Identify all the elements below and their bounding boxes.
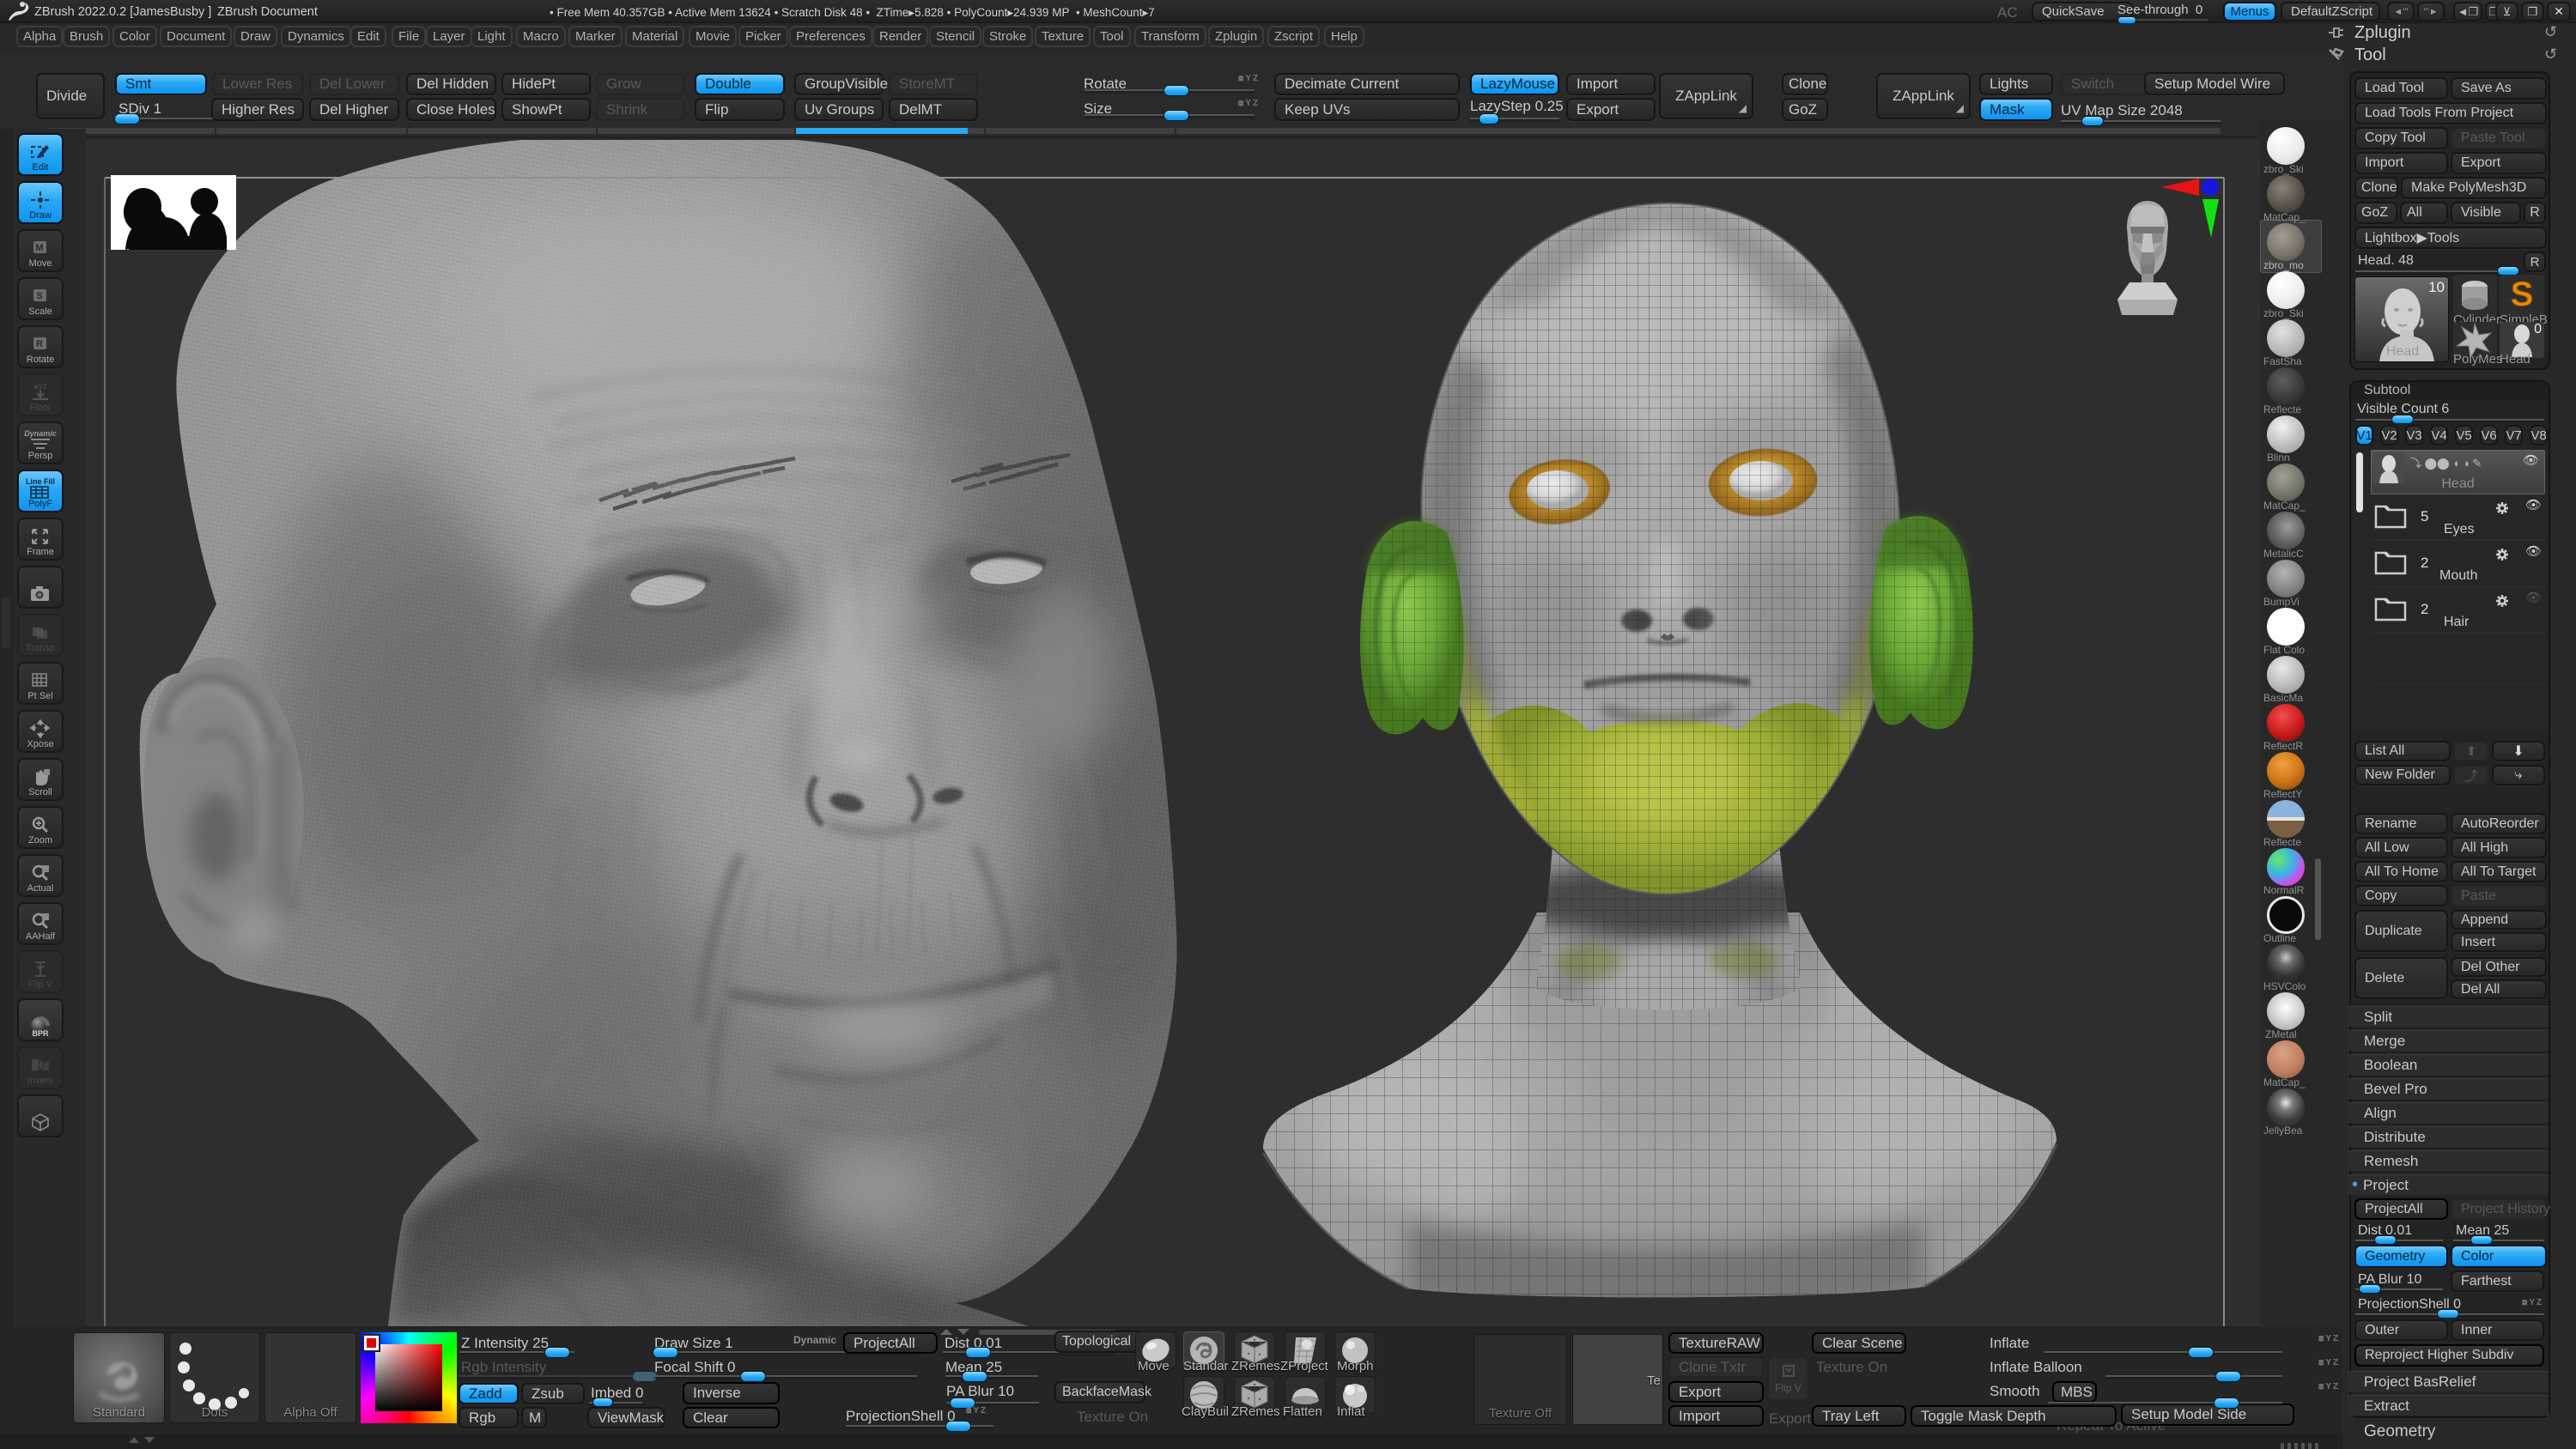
svg-text:M: M [35, 243, 43, 253]
svg-text:R: R [36, 339, 43, 349]
svg-text:S: S [2511, 276, 2534, 313]
svg-text:BPR: BPR [32, 1029, 49, 1038]
svg-text:⧈YZ: ⧈YZ [33, 383, 46, 391]
svg-text:S: S [36, 291, 42, 301]
